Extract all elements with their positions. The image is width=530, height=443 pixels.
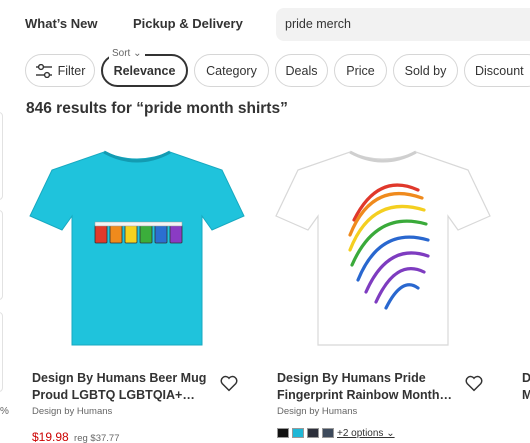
product-brand[interactable]: Design by Humans — [32, 406, 112, 417]
product-title-line: Design By Humans Pride — [277, 371, 426, 385]
product-title-line: Design By Humans Beer Mug — [32, 371, 207, 385]
color-swatch[interactable] — [322, 428, 334, 438]
sale-price: $19.98 — [32, 430, 69, 443]
heart-icon[interactable] — [463, 372, 485, 394]
top-nav: What’s New Pickup & Delivery pride merch — [0, 0, 530, 50]
side-card[interactable] — [0, 312, 3, 392]
nav-pickup-delivery[interactable]: Pickup & Delivery — [133, 16, 243, 31]
chip-label: Sold by — [404, 63, 447, 78]
color-swatch[interactable] — [307, 428, 319, 438]
sort-label: Sort ⌄ — [109, 48, 145, 60]
product-price: $19.98 reg $37.77 — [32, 430, 119, 443]
chip-label: Price — [346, 63, 375, 78]
heart-icon[interactable] — [218, 372, 240, 394]
edge-glyph: % — [0, 406, 9, 417]
side-card[interactable] — [0, 210, 3, 300]
product-title-line: Proud LGBTQ LGBTQIA+… — [32, 388, 195, 402]
tshirt-image — [29, 150, 245, 346]
filter-label: Filter — [57, 63, 86, 78]
product-title[interactable]: D M — [522, 370, 530, 404]
chip-label: Discount — [475, 63, 524, 78]
chip-label: Deals — [285, 63, 318, 78]
sort-value: Relevance — [113, 63, 176, 78]
product-image[interactable] — [268, 130, 498, 360]
product-title-line: M — [522, 388, 530, 402]
filter-button[interactable]: Filter — [25, 54, 95, 87]
product-image[interactable] — [22, 130, 252, 360]
product-title[interactable]: Design By Humans Pride Fingerprint Rainb… — [277, 370, 457, 404]
product-title-line: Fingerprint Rainbow Month… — [277, 388, 452, 402]
chip-discount[interactable]: Discount — [464, 54, 530, 87]
product-brand[interactable]: Design by Humans — [277, 406, 357, 417]
more-options-link[interactable]: +2 options ⌄ — [337, 428, 395, 439]
chip-deals[interactable]: Deals — [275, 54, 328, 87]
side-card[interactable] — [0, 112, 3, 200]
product-title[interactable]: Design By Humans Beer Mug Proud LGBTQ LG… — [32, 370, 212, 404]
tshirt-image — [275, 150, 491, 346]
color-swatch[interactable] — [292, 428, 304, 438]
color-swatch[interactable] — [277, 428, 289, 438]
search-input[interactable]: pride merch — [276, 8, 530, 41]
sort-dropdown[interactable]: Sort ⌄ Relevance — [101, 48, 188, 87]
nav-whats-new[interactable]: What’s New — [25, 16, 97, 31]
search-input-value: pride merch — [285, 17, 351, 31]
regular-price: reg $37.77 — [74, 433, 120, 443]
chip-label: Category — [206, 63, 257, 78]
sliders-icon — [35, 63, 52, 78]
chip-category[interactable]: Category — [194, 54, 269, 87]
chip-sold-by[interactable]: Sold by — [393, 54, 458, 87]
product-title-line: D — [522, 371, 530, 385]
results-heading: 846 results for “pride month shirts” — [26, 100, 288, 117]
chip-price[interactable]: Price — [334, 54, 387, 87]
